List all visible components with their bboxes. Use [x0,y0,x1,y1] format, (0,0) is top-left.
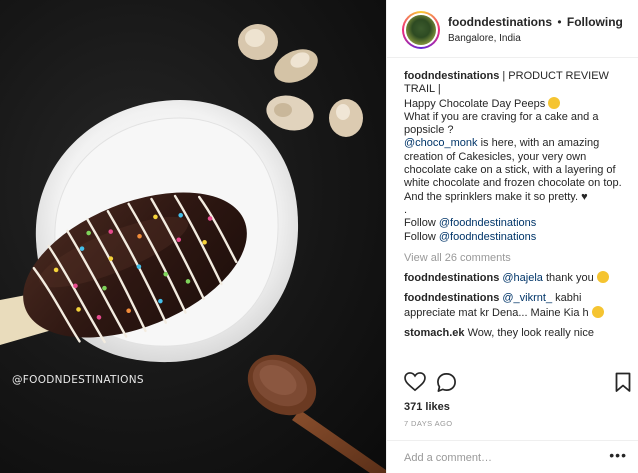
caption-mention[interactable]: @choco_monk [404,137,478,149]
post-side-panel: foodndestinations • Following Bangalore,… [386,0,638,473]
comment-username[interactable]: stomach.ek [404,327,465,339]
wooden-spoon [247,354,386,473]
header-username[interactable]: foodndestinations [448,15,552,29]
caption-line-2: Happy Chocolate Day Peeps [404,97,546,110]
comment-username[interactable]: foodndestinations [404,272,499,284]
comments-section[interactable]: foodndestinations | PRODUCT REVIEW TRAIL… [404,70,632,366]
heart-outline-icon[interactable] [404,372,426,392]
more-options-icon[interactable]: ••• [609,447,627,463]
follow-2-prefix: Follow [404,230,436,243]
add-comment-bar: Add a comment… ••• [387,440,638,473]
post-date[interactable]: 7 DAYS AGO [404,419,452,428]
crying-laughing-emoji-icon [591,305,604,318]
comment-mention[interactable]: @hajela [502,272,543,284]
comment-mention[interactable]: @_vikrnt_ [502,292,552,304]
view-all-comments-link[interactable]: View all 26 comments [404,252,632,265]
comment-item: stomach.ek Wow, they look really nice [404,327,632,340]
caption-line-3: What if you are craving for a cake and a… [404,110,599,137]
likes-count[interactable]: 371 likes [404,401,450,413]
comment-item: foodndestinations @_vikrnt_ kabhi apprec… [404,292,632,320]
post-caption: foodndestinations | PRODUCT REVIEW TRAIL… [404,70,632,244]
heart-emoji-icon: ♥ [581,190,588,203]
smiling-emoji-icon [548,96,561,109]
speech-bubble-icon[interactable] [436,372,457,393]
photo-watermark: @FOODNDESTINATIONS [12,374,144,386]
follow-1-handle[interactable]: @foodndestinations [439,217,536,229]
post-header: foodndestinations • Following Bangalore,… [387,0,638,58]
follow-2-handle[interactable]: @foodndestinations [439,231,536,243]
avatar[interactable] [402,11,440,49]
header-username-row: foodndestinations • Following [448,15,623,29]
post-photo[interactable]: @FOODNDESTINATIONS [0,0,386,473]
grinning-emoji-icon [596,271,609,284]
header-separator: • [557,15,562,29]
seashell-decor [238,24,363,137]
caption-username[interactable]: foodndestinations [404,70,499,82]
post-actions [404,372,634,394]
follow-1-prefix: Follow [404,217,436,230]
comment-username[interactable]: foodndestinations [404,292,499,304]
location-link[interactable]: Bangalore, India [448,33,521,44]
comment-item: foodndestinations @hajela thank you [404,271,632,285]
bookmark-icon[interactable] [615,372,631,393]
add-comment-input[interactable]: Add a comment… [404,452,492,464]
comment-text: thank you [545,272,594,285]
cakesicle-illustration [0,24,386,473]
comment-text: Wow, they look really nice [467,327,594,340]
caption-dot: . [404,203,408,216]
follow-status-button[interactable]: Following [567,15,623,29]
